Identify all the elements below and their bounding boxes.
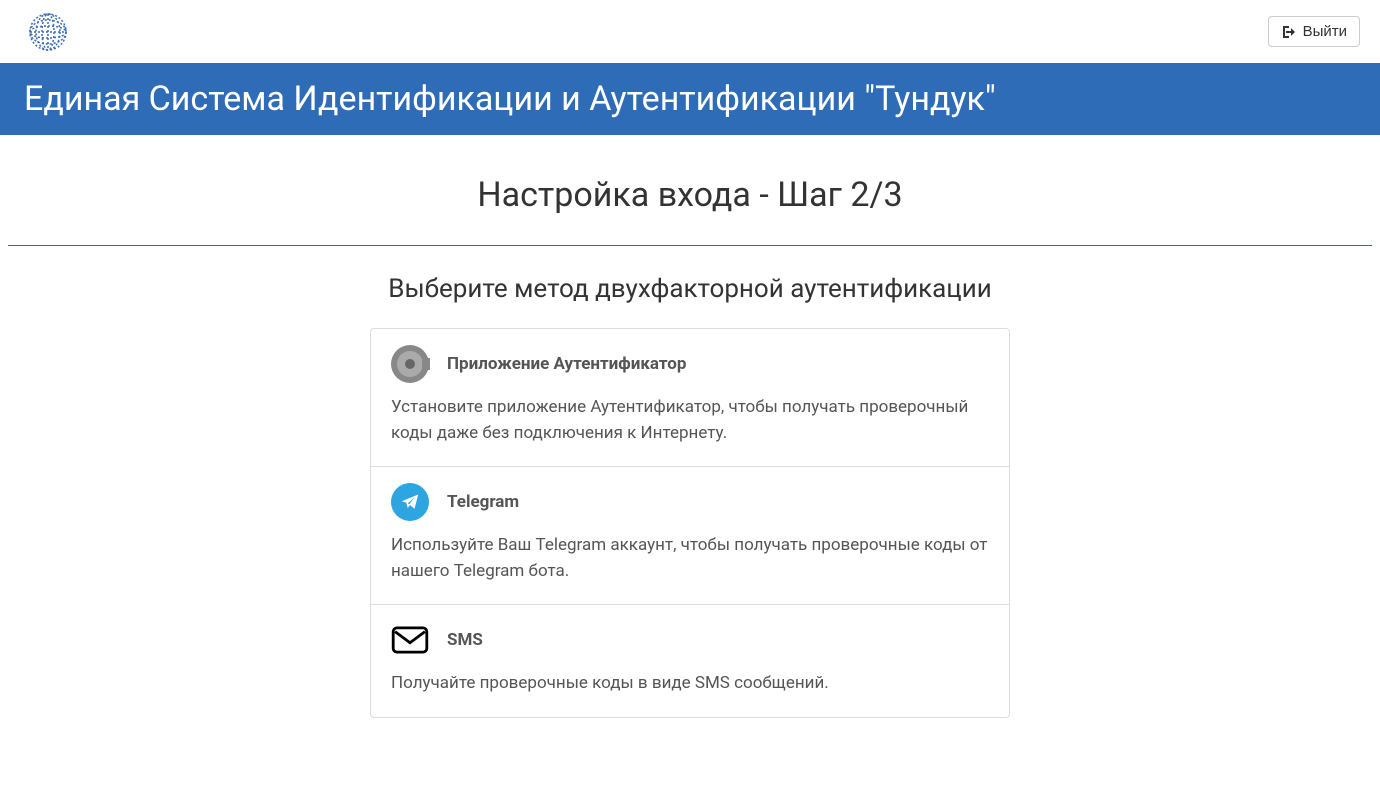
telegram-icon <box>391 483 429 521</box>
option-header: SMS <box>391 621 989 659</box>
option-title: SMS <box>447 630 483 650</box>
system-title: Единая Система Идентификации и Аутентифи… <box>24 79 1356 119</box>
authenticator-icon <box>391 345 429 383</box>
logo <box>28 12 68 52</box>
globe-icon <box>28 12 68 52</box>
logout-button[interactable]: Выйти <box>1268 16 1360 47</box>
option-description: Установите приложение Аутентификатор, чт… <box>391 395 989 446</box>
option-sms[interactable]: SMS Получайте проверочные коды в виде SM… <box>371 605 1009 717</box>
step-title: Настройка входа - Шаг 2/3 <box>8 175 1372 215</box>
top-bar: Выйти <box>0 0 1380 63</box>
envelope-icon <box>391 621 429 659</box>
option-authenticator[interactable]: Приложение Аутентификатор Установите при… <box>371 329 1009 467</box>
option-title: Telegram <box>447 492 519 512</box>
subtitle: Выберите метод двухфакторной аутентифика… <box>8 274 1372 304</box>
option-title: Приложение Аутентификатор <box>447 354 686 374</box>
option-telegram[interactable]: Telegram Используйте Ваш Telegram аккаун… <box>371 467 1009 605</box>
option-description: Получайте проверочные коды в виде SMS со… <box>391 671 989 697</box>
logout-label: Выйти <box>1303 23 1347 40</box>
divider <box>8 245 1372 246</box>
logout-icon <box>1281 24 1297 40</box>
banner: Единая Система Идентификации и Аутентифи… <box>0 63 1380 135</box>
main-content: Настройка входа - Шаг 2/3 Выберите метод… <box>0 135 1380 726</box>
option-header: Telegram <box>391 483 989 521</box>
option-header: Приложение Аутентификатор <box>391 345 989 383</box>
options-container: Приложение Аутентификатор Установите при… <box>370 328 1010 718</box>
option-description: Используйте Ваш Telegram аккаунт, чтобы … <box>391 533 989 584</box>
